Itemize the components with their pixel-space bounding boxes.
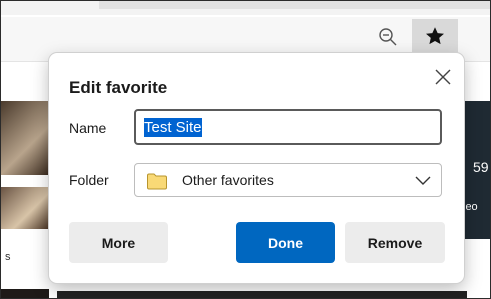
browser-window: s 59 leo Edit favorite Name Test Site Fo… <box>0 0 491 299</box>
dialog-title: Edit favorite <box>69 78 168 97</box>
remove-button[interactable]: Remove <box>345 222 445 263</box>
chevron-down-icon <box>415 176 431 185</box>
background-video-label: leo <box>463 201 478 213</box>
thumbnail-image[interactable] <box>1 101 49 175</box>
zoom-out-icon <box>379 28 397 46</box>
more-button[interactable]: More <box>69 222 168 263</box>
name-label: Name <box>69 120 107 136</box>
folder-label: Folder <box>69 172 109 188</box>
thumbnail-image[interactable] <box>1 289 49 298</box>
folder-select-value: Other favorites <box>182 172 274 188</box>
tab-bar <box>99 1 490 9</box>
background-text: s <box>5 251 11 263</box>
thumbnail-image[interactable] <box>1 187 49 229</box>
favorite-button[interactable] <box>412 19 458 53</box>
name-input[interactable]: Test Site <box>134 109 442 145</box>
background-number: 59 <box>473 159 489 175</box>
close-icon <box>435 69 451 85</box>
tab-strip <box>1 1 490 15</box>
done-button[interactable]: Done <box>236 222 335 263</box>
zoom-out-button[interactable] <box>372 23 404 51</box>
folder-icon <box>147 173 167 190</box>
star-icon <box>426 27 444 45</box>
folder-select[interactable]: Other favorites <box>134 163 442 197</box>
background-strip <box>57 291 467 298</box>
name-input-value: Test Site <box>144 117 202 137</box>
edit-favorite-dialog: Edit favorite Name Test Site Folder Othe… <box>49 53 464 283</box>
close-button[interactable] <box>429 63 457 91</box>
